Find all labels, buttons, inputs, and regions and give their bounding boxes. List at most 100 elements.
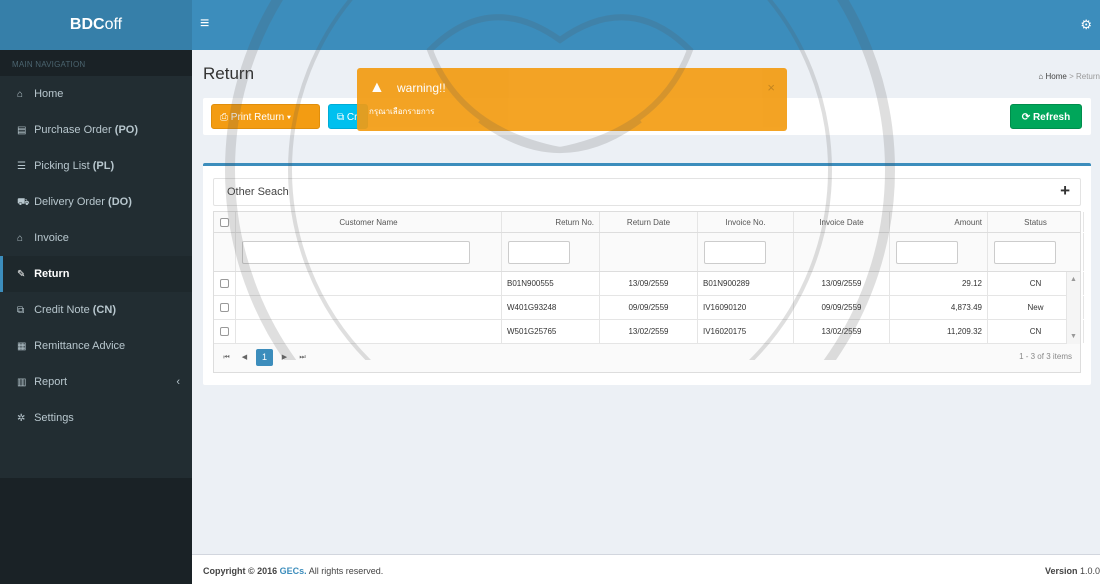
sidebar-item-label: Remittance Advice xyxy=(34,340,126,352)
sidebar-item-delivery-order[interactable]: ⛟ Delivery Order (DO) xyxy=(0,184,192,220)
print-return-button[interactable]: ⎙ Print Return ▾ xyxy=(211,104,320,129)
print-icon: ⎙ xyxy=(220,112,228,123)
other-search-header[interactable]: Other Seach + xyxy=(213,178,1081,206)
last-page-icon[interactable]: ⏭ xyxy=(294,349,311,366)
grid-scrollbar[interactable]: ▲ ▼ xyxy=(1066,272,1080,344)
breadcrumb-current: Return xyxy=(1075,72,1100,81)
sidebar-item-home[interactable]: ⌂ Home xyxy=(0,76,192,112)
return-date-cell: 13/02/2559 xyxy=(600,320,698,343)
sidebar-item-credit-note[interactable]: ⧉ Credit Note (CN) xyxy=(0,292,192,328)
column-header[interactable]: Invoice Date xyxy=(794,212,890,232)
sidebar-item-purchase-order[interactable]: ▤ Purchase Order (PO) xyxy=(0,112,192,148)
sidebar-item-label: Credit Note xyxy=(34,304,90,316)
sidebar-item-picking-list[interactable]: ☰ Picking List (PL) xyxy=(0,148,192,184)
breadcrumb-separator: > xyxy=(1069,72,1074,81)
page-number-button[interactable]: 1 xyxy=(256,349,273,366)
page-title: Return xyxy=(203,64,255,83)
customer-name-filter-input[interactable] xyxy=(242,241,470,264)
filter-cell xyxy=(698,233,794,271)
version-label: Version xyxy=(1044,566,1078,576)
row-checkbox-cell xyxy=(214,320,236,343)
print-return-label: Print Return xyxy=(230,112,285,123)
sidebar-item-label: Invoice xyxy=(34,232,69,244)
prev-page-icon[interactable]: ◀ xyxy=(236,349,253,366)
version-number: 1.0.0 xyxy=(1079,566,1100,576)
sidebar-item-report[interactable]: ▥ Report ‹ xyxy=(0,364,192,400)
top-navbar: BDCoff ≡ ⚙ xyxy=(0,0,1100,50)
company-link[interactable]: GECs. xyxy=(280,566,307,576)
copyright-suffix: All rights reserved. xyxy=(308,566,384,576)
return-date-cell: 09/09/2559 xyxy=(600,296,698,319)
pager: ⏮ ◀ 1 ▶ ⏭ 1 - 3 of 3 items xyxy=(214,344,1080,372)
refresh-button[interactable]: ⟳ Refresh xyxy=(1010,104,1082,129)
sidebar-item-label: Picking List xyxy=(34,160,90,172)
truck-icon: ⛟ xyxy=(17,197,30,208)
sidebar-item-return[interactable]: ✎ Return xyxy=(0,256,192,292)
sidebar-item-invoice[interactable]: ⌂ Invoice xyxy=(0,220,192,256)
invoice-no-filter-input[interactable] xyxy=(704,241,766,264)
filter-cell xyxy=(600,233,698,271)
home-icon: ⌂ xyxy=(1038,72,1044,81)
row-checkbox[interactable] xyxy=(220,279,229,289)
amount-filter-input[interactable] xyxy=(896,241,958,264)
app-logo[interactable]: BDCoff xyxy=(0,0,192,50)
main-content: Return ⌂ Home > Return ⎙ Print Return ▾ … xyxy=(192,50,1100,584)
invoice-no-cell: IV16090120 xyxy=(698,296,794,319)
table-row[interactable]: W501G25765 13/02/2559 IV16020175 13/02/2… xyxy=(214,320,1084,344)
home-icon: ⌂ xyxy=(17,89,24,100)
pager-info: 1 - 3 of 3 items xyxy=(1019,352,1072,361)
grid-body: B01N900555 13/09/2559 B01N900289 13/09/2… xyxy=(214,272,1084,344)
row-checkbox[interactable] xyxy=(220,327,229,337)
next-page-icon[interactable]: ▶ xyxy=(276,349,293,366)
copyright-text: Copyright © 2016 GECs. All rights reserv… xyxy=(203,566,383,576)
filter-cell xyxy=(214,233,236,271)
sidebar-item-code: (CN) xyxy=(92,304,116,316)
select-all-checkbox[interactable] xyxy=(220,218,229,228)
breadcrumb-home[interactable]: Home xyxy=(1046,72,1067,81)
filter-cell xyxy=(890,233,988,271)
customer-name-cell xyxy=(236,296,502,319)
column-header[interactable]: Invoice No. xyxy=(698,212,794,232)
column-header[interactable]: Status xyxy=(988,212,1084,232)
settings-gears-icon[interactable]: ⚙ xyxy=(1080,17,1092,33)
column-header[interactable]: Return No. xyxy=(502,212,600,232)
alert-title: warning!! xyxy=(397,81,446,95)
edit-icon: ✎ xyxy=(17,269,26,280)
status-filter-input[interactable] xyxy=(994,241,1056,264)
first-page-icon[interactable]: ⏮ xyxy=(218,349,235,366)
column-header[interactable]: Return Date xyxy=(600,212,698,232)
invoice-no-cell: B01N900289 xyxy=(698,272,794,295)
sidebar-header: MAIN NAVIGATION xyxy=(0,50,192,76)
filter-row xyxy=(214,233,1084,272)
filter-cell xyxy=(794,233,890,271)
scroll-down-icon[interactable]: ▼ xyxy=(1070,333,1077,340)
sidebar-item-label: Settings xyxy=(34,412,74,424)
sidebar-item-remittance-advice[interactable]: ▦ Remittance Advice xyxy=(0,328,192,364)
column-header[interactable]: Amount xyxy=(890,212,988,232)
footer: Copyright © 2016 GECs. All rights reserv… xyxy=(192,554,1100,584)
copyright-prefix: Copyright © 2016 xyxy=(203,566,278,576)
expand-plus-icon[interactable]: + xyxy=(1060,181,1070,201)
warning-alert: ▲ warning!! × กรุณาเลือกรายการ xyxy=(357,68,787,131)
amount-cell: 4,873.49 xyxy=(890,296,988,319)
version-text: Version 1.0.0 xyxy=(1045,566,1100,576)
column-header[interactable]: Customer Name xyxy=(236,212,502,232)
sidebar-item-label: Purchase Order xyxy=(34,124,112,136)
sidebar-item-label: Home xyxy=(34,88,64,100)
document-icon: ▤ xyxy=(17,125,27,136)
table-row[interactable]: W401G93248 09/09/2559 IV16090120 09/09/2… xyxy=(214,296,1084,320)
refresh-label: Refresh xyxy=(1032,112,1071,123)
list-icon: ☰ xyxy=(17,161,26,172)
close-icon[interactable]: × xyxy=(767,80,775,95)
sidebar-bottom xyxy=(0,478,192,584)
sidebar-item-label: Report xyxy=(34,376,68,388)
bar-chart-icon: ▥ xyxy=(17,377,27,388)
return-no-filter-input[interactable] xyxy=(508,241,570,264)
invoice-date-cell: 13/09/2559 xyxy=(794,272,890,295)
scroll-up-icon[interactable]: ▲ xyxy=(1070,276,1077,283)
sidebar-toggle-icon[interactable]: ≡ xyxy=(200,15,209,33)
table-row[interactable]: B01N900555 13/09/2559 B01N900289 13/09/2… xyxy=(214,272,1084,296)
sidebar-item-settings[interactable]: ✲ Settings xyxy=(0,400,192,436)
caret-down-icon: ▾ xyxy=(286,112,292,123)
row-checkbox[interactable] xyxy=(220,303,229,313)
